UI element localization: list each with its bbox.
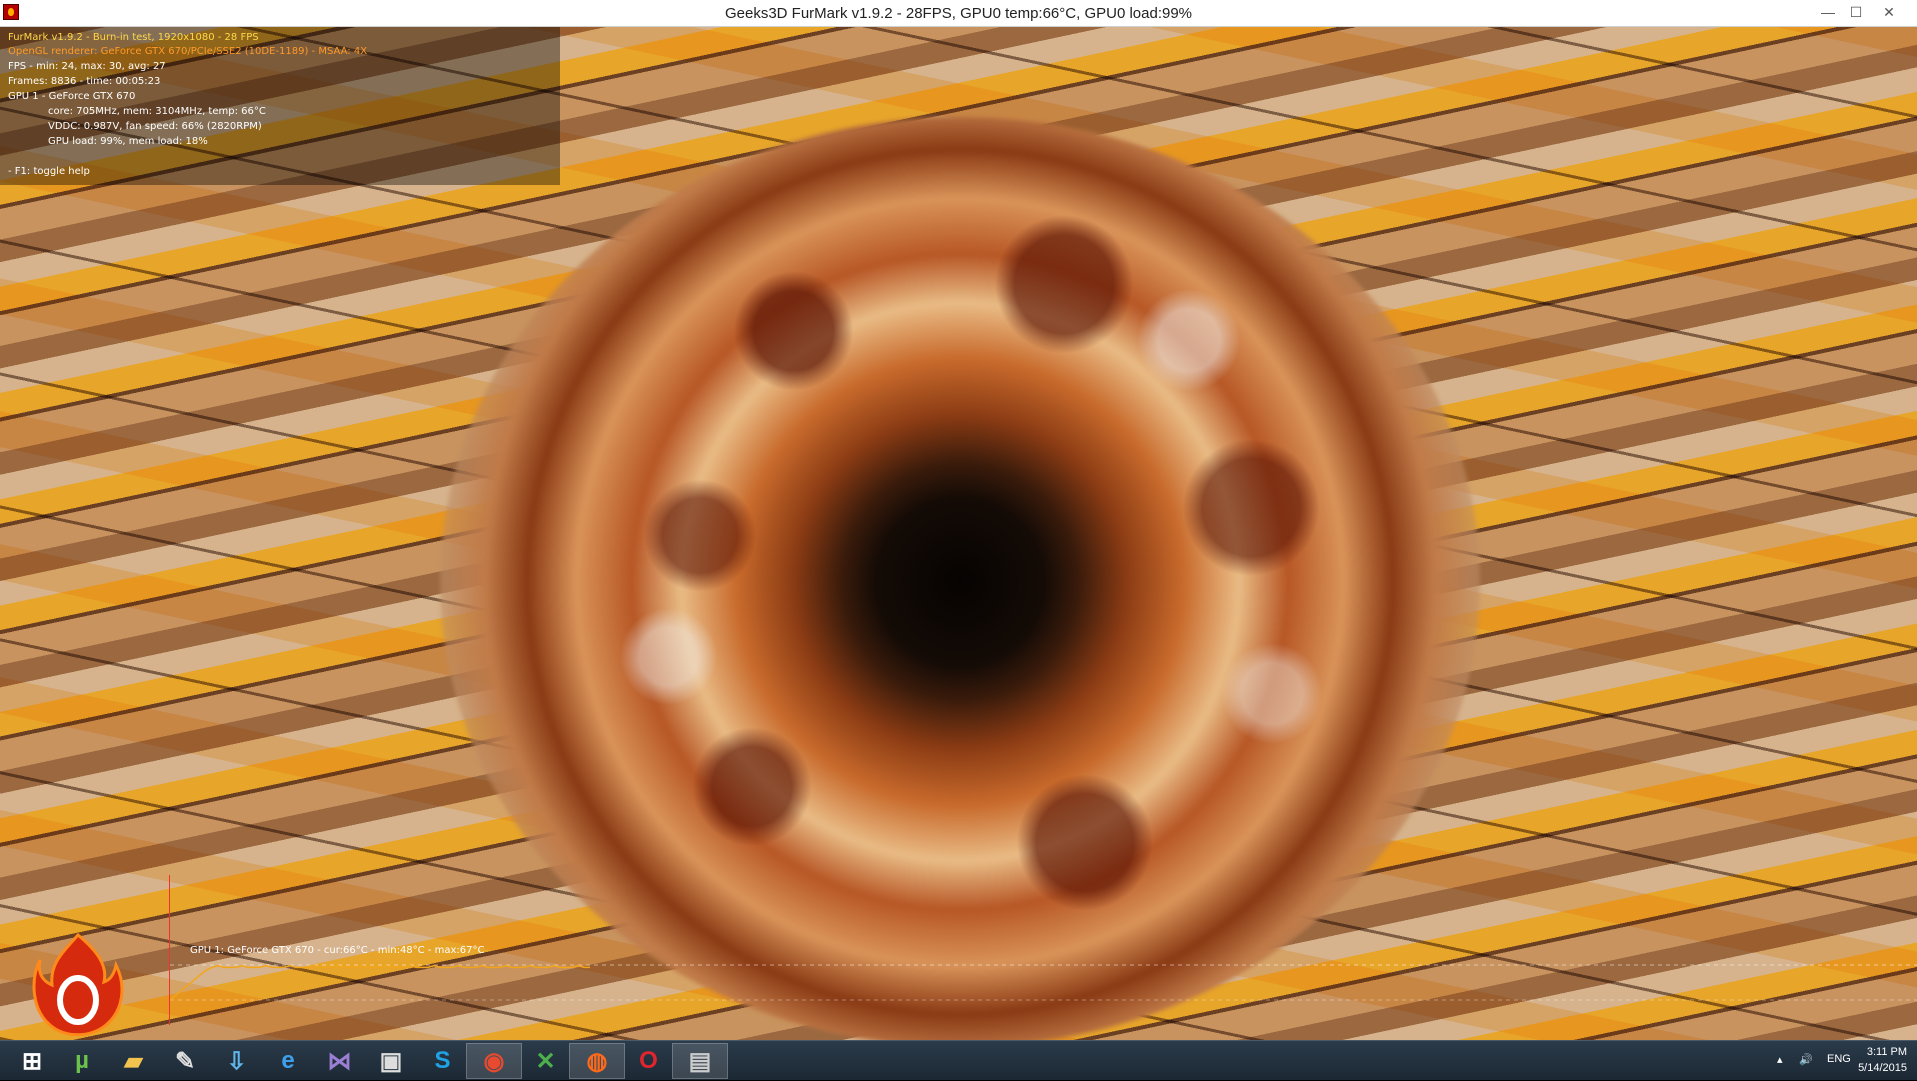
clock-time: 3:11 PM: [1866, 1046, 1907, 1058]
utorrent-icon: µ: [75, 1047, 89, 1074]
volume-icon[interactable]: 🔊: [1799, 1053, 1813, 1066]
taskbar-cpuz[interactable]: ▣: [363, 1043, 419, 1079]
osd-voltage: VDDC: 0.987V, fan speed: 66% (2820RPM): [48, 121, 262, 132]
visual-studio-icon: ⋈: [327, 1047, 352, 1075]
tray-chevron-icon[interactable]: ▴: [1777, 1053, 1783, 1066]
taskbar-ie-app[interactable]: e: [260, 1043, 316, 1079]
opera-icon: O: [639, 1047, 658, 1074]
monitor-icon: ▣: [379, 1047, 403, 1075]
temp-graph-line: [170, 964, 590, 1001]
osd-help: - F1: toggle help: [8, 166, 90, 177]
clock[interactable]: 3:11 PM 5/14/2015: [1858, 1044, 1907, 1076]
minimize-button[interactable]: —: [1815, 2, 1841, 24]
osd-title: FurMark v1.9.2 - Burn-in test, 1920x1080…: [8, 32, 259, 43]
osd-frames: Frames: 8836 - time: 00:05:23: [8, 76, 161, 87]
temp-graph: [170, 964, 1917, 1001]
taskbar-xbox[interactable]: ✕: [518, 1043, 574, 1079]
window-title: Geeks3D FurMark v1.9.2 - 28FPS, GPU0 tem…: [724, 5, 1193, 22]
taskbar: ▴ 🔊 ENG 3:11 PM 5/14/2015 ⊞ µ ▰ ✎ ⇩ e ⋈ ▣ S ◉ ✕ ◍ O ▤: [0, 1040, 1917, 1080]
download-icon: ⇩: [226, 1047, 247, 1075]
osd-clocks: core: 705MHz, mem: 3104MHz, temp: 66°C: [48, 106, 266, 117]
taskbar-start-button[interactable]: ⊞: [4, 1043, 60, 1079]
taskbar-visual-studio[interactable]: ⋈: [312, 1043, 368, 1079]
osd-gpu-name: GPU 1 - GeForce GTX 670: [8, 91, 136, 102]
taskbar-skype[interactable]: S: [415, 1043, 471, 1079]
window-title-bar[interactable]: Geeks3D FurMark v1.9.2 - 28FPS, GPU0 tem…: [0, 0, 1917, 27]
internet-icon: e: [281, 1047, 295, 1074]
gpu-tool-icon: ▤: [688, 1047, 712, 1075]
stats-overlay: FurMark v1.9.2 - Burn-in test, 1920x1080…: [0, 27, 560, 185]
furmark-icon: ◍: [586, 1047, 608, 1075]
taskbar-gpu-tool[interactable]: ▤: [672, 1043, 728, 1079]
taskbar-utorrent[interactable]: µ: [54, 1043, 110, 1079]
close-button[interactable]: ✕: [1876, 2, 1902, 24]
maximize-button[interactable]: ☐: [1843, 2, 1869, 24]
skype-icon: S: [434, 1047, 451, 1074]
system-tray: ▴ 🔊 ENG 3:11 PM 5/14/2015: [1727, 1041, 1917, 1081]
language-indicator[interactable]: ENG: [1827, 1053, 1851, 1065]
taskbar-paint[interactable]: ✎: [157, 1043, 213, 1079]
paint-icon: ✎: [174, 1047, 196, 1075]
taskbar-file-explorer[interactable]: ▰: [106, 1043, 162, 1079]
xbox-icon: ✕: [535, 1047, 556, 1075]
osd-fps: FPS - min: 24, max: 30, avg: 27: [8, 61, 166, 72]
folder-icon: ▰: [124, 1047, 143, 1075]
furmark-flame-logo: [32, 932, 124, 1037]
clock-date: 5/14/2015: [1858, 1062, 1907, 1074]
chrome-icon: ◉: [483, 1047, 505, 1075]
taskbar-downloader[interactable]: ⇩: [209, 1043, 265, 1079]
taskbar-furmark[interactable]: ◍: [569, 1043, 625, 1079]
taskbar-opera[interactable]: O: [621, 1043, 677, 1079]
fur-donut-spots: [440, 117, 1480, 1040]
taskbar-chrome[interactable]: ◉: [466, 1043, 522, 1079]
osd-renderer: OpenGL renderer: GeForce GTX 670/PCIe/SS…: [8, 46, 368, 57]
osd-load: GPU load: 99%, mem load: 18%: [48, 136, 208, 147]
windows-logo-icon: ⊞: [21, 1047, 43, 1075]
